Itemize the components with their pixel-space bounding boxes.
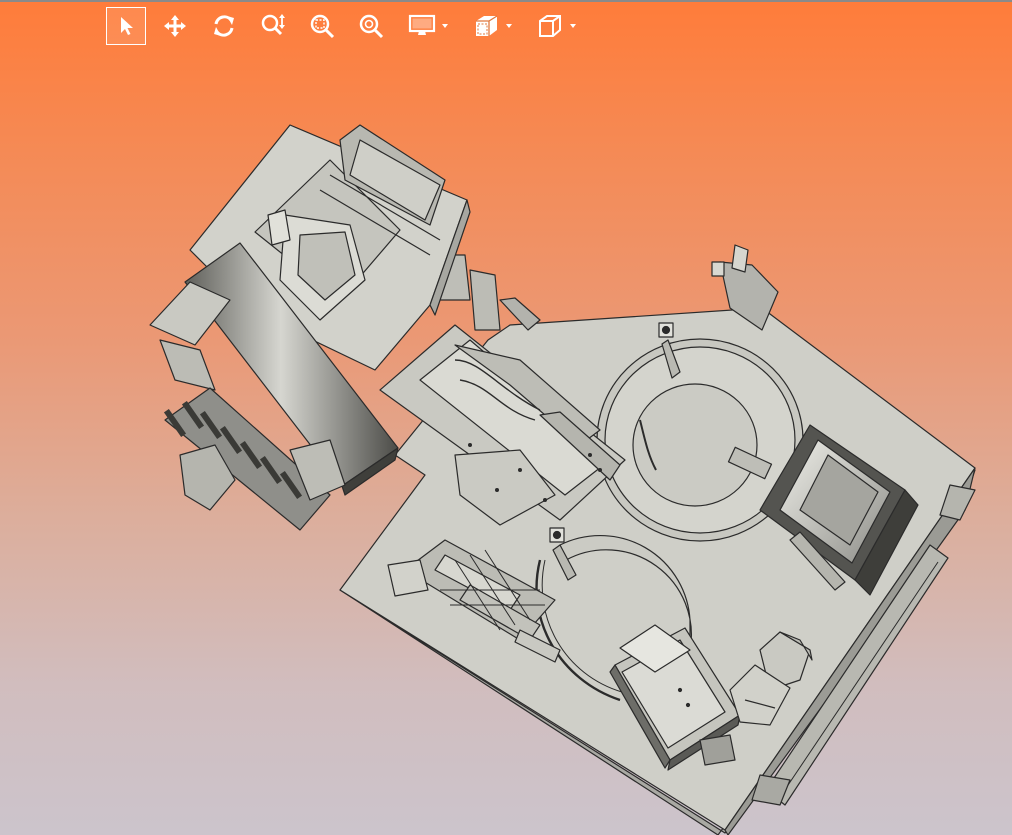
zoom-updown-icon — [261, 14, 285, 36]
rotate-tool-button[interactable] — [204, 7, 244, 45]
select-tool-button[interactable] — [106, 7, 146, 45]
view-cube-icon — [539, 15, 561, 37]
move-arrows-icon — [164, 15, 186, 37]
machine-assembly-model — [149, 124, 976, 835]
chevron-down-icon — [570, 24, 576, 28]
standard-views-dropdown[interactable] — [528, 7, 584, 45]
view-toolbar — [106, 6, 592, 46]
zoom-window-icon — [310, 14, 335, 39]
chevron-down-icon — [506, 24, 512, 28]
section-cube-icon — [476, 15, 498, 36]
display-mode-dropdown[interactable] — [400, 7, 456, 45]
zoom-fit-tool-button[interactable] — [351, 7, 391, 45]
pan-tool-button[interactable] — [155, 7, 195, 45]
section-view-dropdown[interactable] — [464, 7, 520, 45]
chevron-down-icon — [442, 24, 448, 28]
window-top-border — [0, 0, 1012, 2]
zoom-tool-button[interactable] — [253, 7, 293, 45]
zoom-window-tool-button[interactable] — [302, 7, 342, 45]
cursor-arrow-icon — [121, 17, 133, 35]
zoom-fit-icon — [359, 14, 384, 39]
monitor-icon — [408, 14, 436, 35]
3d-viewport[interactable] — [0, 50, 1012, 835]
rotate-icon — [214, 15, 234, 37]
